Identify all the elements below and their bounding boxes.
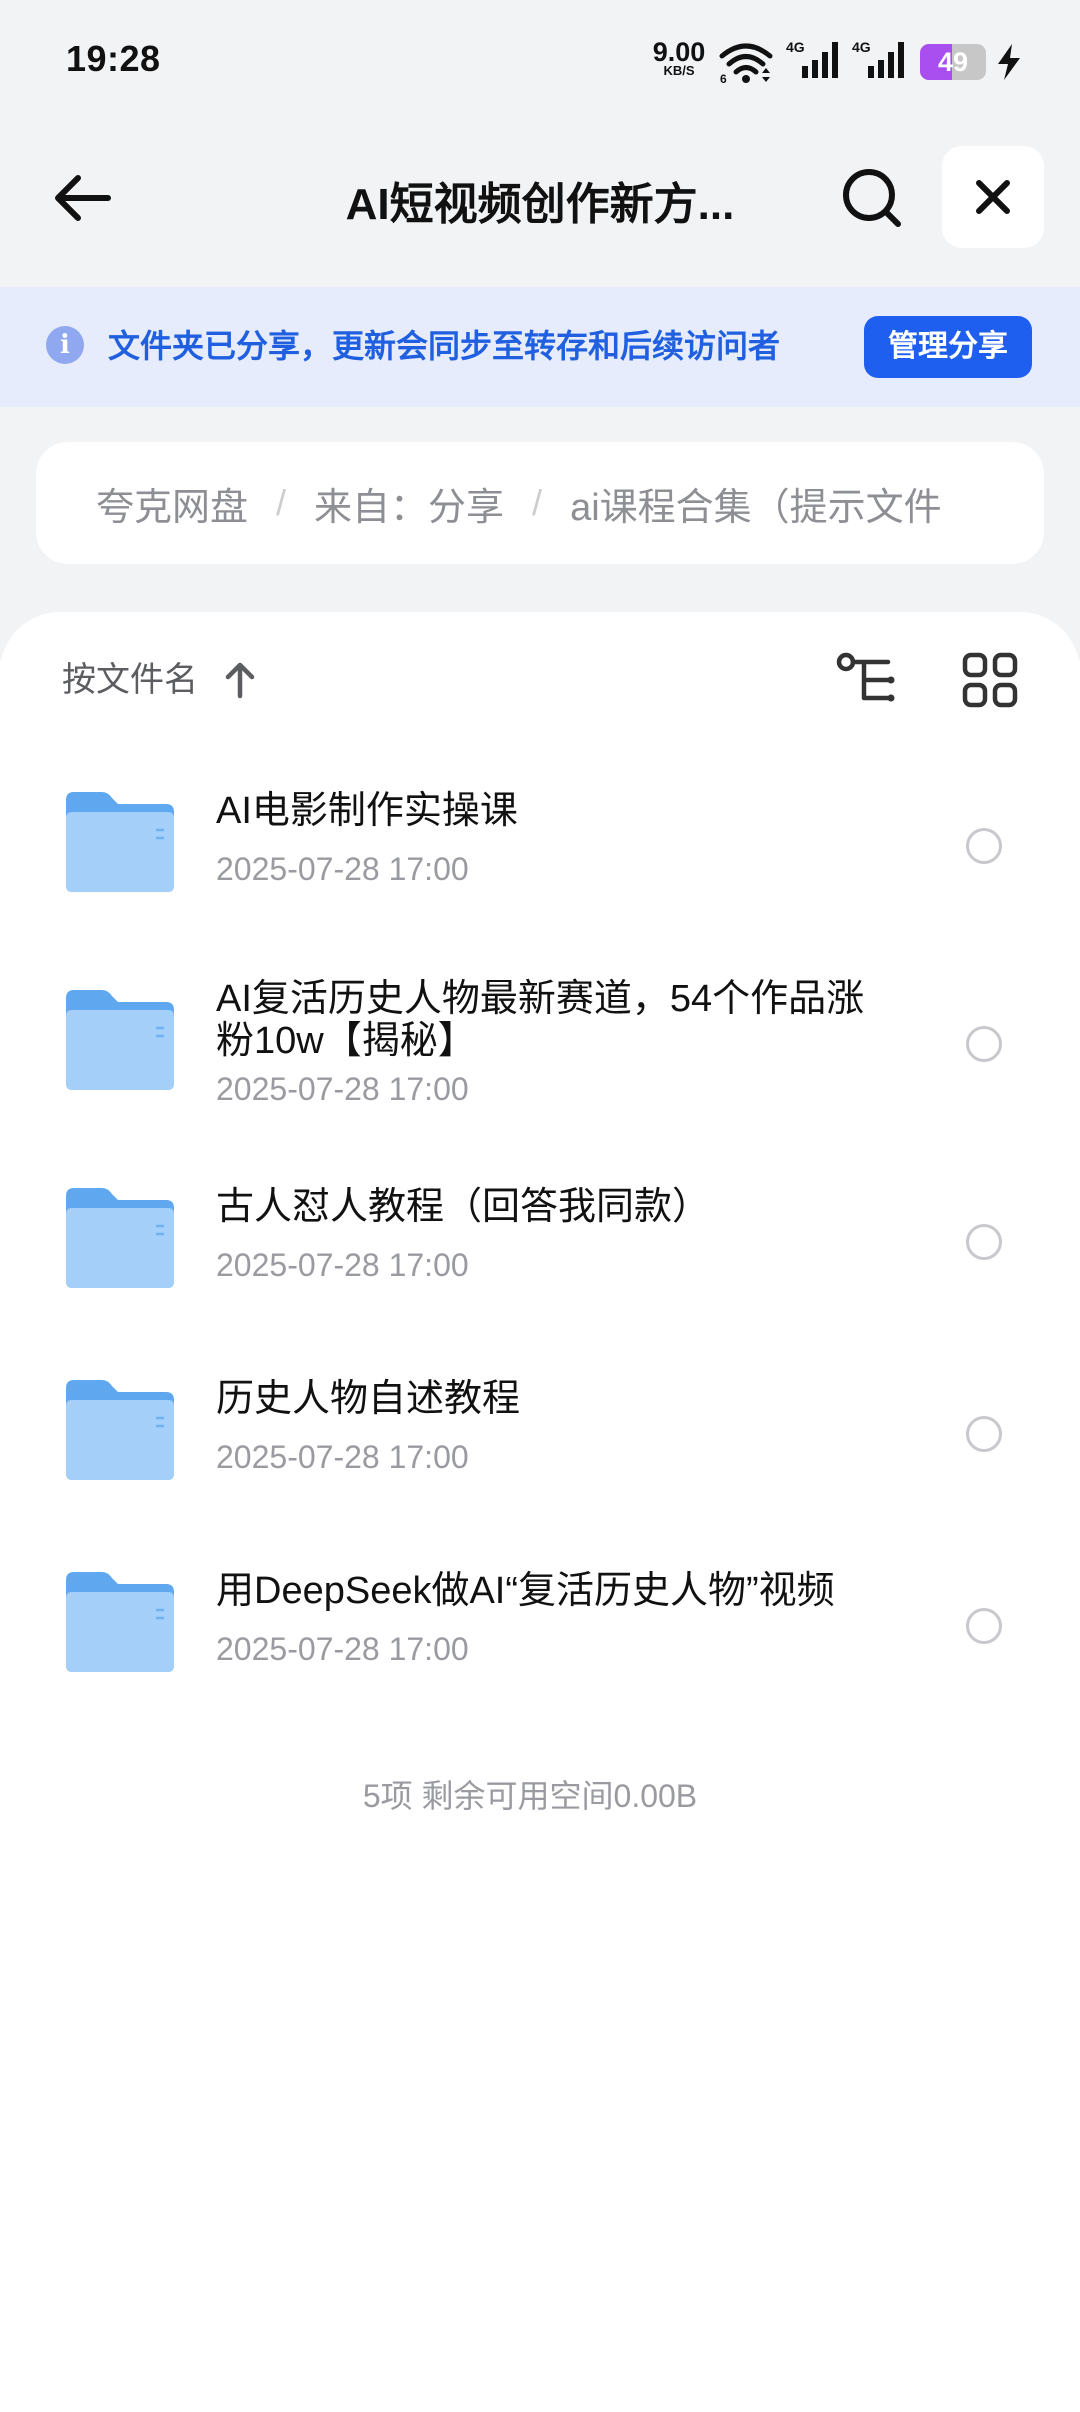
svg-text:4G: 4G [852, 39, 871, 55]
file-date: 2025-07-28 17:00 [216, 1071, 469, 1107]
manage-share-button[interactable]: 管理分享 [864, 316, 1032, 378]
breadcrumb-item-root[interactable]: 夸克网盘 [96, 476, 248, 531]
select-radio[interactable] [966, 1026, 1002, 1062]
sort-label[interactable]: 按文件名 [62, 660, 198, 700]
search-icon [843, 169, 901, 227]
list-item[interactable]: AI电影制作实操课 2025-07-28 17:00 [0, 760, 1080, 930]
list-item[interactable]: AI复活历史人物最新赛道，54个作品涨粉10w【揭秘】 2025-07-28 1… [0, 958, 1080, 1128]
breadcrumb-separator: / [276, 482, 287, 523]
folder-icon [66, 1572, 174, 1672]
svg-text:6: 6 [720, 72, 727, 84]
select-radio[interactable] [966, 828, 1002, 864]
select-radio[interactable] [966, 1224, 1002, 1260]
breadcrumb-separator: / [532, 482, 543, 523]
charging-icon [998, 44, 1020, 80]
file-name: AI复活历史人物最新赛道，54个作品涨粉10w【揭秘】 [216, 978, 865, 1062]
wifi-icon: 6 [719, 43, 773, 84]
file-date: 2025-07-28 17:00 [216, 1247, 469, 1283]
breadcrumb-item-current[interactable]: ai课程合集（提示文件 [570, 476, 942, 531]
breadcrumb-row: 夸克网盘 / 来自：分享 / ai课程合集（提示文件 [96, 442, 1022, 564]
folder-icon [66, 1188, 174, 1288]
share-notice-text: 文件夹已分享，更新会同步至转存和后续访问者 [108, 328, 781, 364]
breadcrumb-item-share[interactable]: 来自：分享 [314, 476, 504, 531]
select-radio[interactable] [966, 1608, 1002, 1644]
signal-icon-2: 4G [852, 39, 904, 78]
list-item[interactable]: 历史人物自述教程 2025-07-28 17:00 [0, 1348, 1080, 1518]
folder-icon [66, 990, 174, 1090]
network-speed-value: 9.00 [652, 37, 706, 67]
battery-indicator: 49 [920, 44, 986, 80]
status-bar: 19:28 9.00 KB/S 6 4G 4G 49 [0, 0, 1080, 120]
folder-icon [66, 792, 174, 892]
back-button[interactable] [44, 160, 120, 236]
tree-view-icon[interactable] [836, 652, 900, 708]
storage-summary: 5项 剩余可用空间0.00B [362, 1778, 698, 1814]
svg-text:4G: 4G [786, 39, 805, 55]
file-date: 2025-07-28 17:00 [216, 851, 469, 887]
select-radio[interactable] [966, 1416, 1002, 1452]
signal-icon: 4G [786, 39, 838, 78]
file-date: 2025-07-28 17:00 [216, 1439, 469, 1475]
file-name: 历史人物自述教程 [216, 1378, 521, 1420]
close-icon [976, 180, 1010, 214]
info-icon: i [46, 326, 84, 364]
breadcrumb: 夸克网盘 / 来自：分享 / ai课程合集（提示文件 [36, 442, 1044, 564]
folder-icon [66, 1380, 174, 1480]
status-time: 19:28 [66, 38, 161, 79]
back-arrow-icon [55, 175, 111, 221]
network-speed: 9.00 KB/S [648, 37, 710, 78]
list-item[interactable]: 古人怼人教程（回答我同款） 2025-07-28 17:00 [0, 1156, 1080, 1326]
sort-up-arrow-icon[interactable] [222, 660, 258, 700]
file-name: 古人怼人教程（回答我同款） [216, 1186, 711, 1228]
close-button[interactable] [942, 146, 1044, 248]
list-item[interactable]: 用DeepSeek做AI“复活历史人物”视频 2025-07-28 17:00 [0, 1540, 1080, 1710]
page-title: AI短视频创作新方... [345, 180, 735, 229]
file-name: 用DeepSeek做AI“复活历史人物”视频 [216, 1570, 835, 1612]
battery-level: 49 [937, 47, 969, 77]
search-button[interactable] [834, 160, 910, 236]
file-date: 2025-07-28 17:00 [216, 1631, 469, 1667]
grid-view-icon[interactable] [962, 652, 1018, 708]
file-name: AI电影制作实操课 [216, 790, 518, 832]
